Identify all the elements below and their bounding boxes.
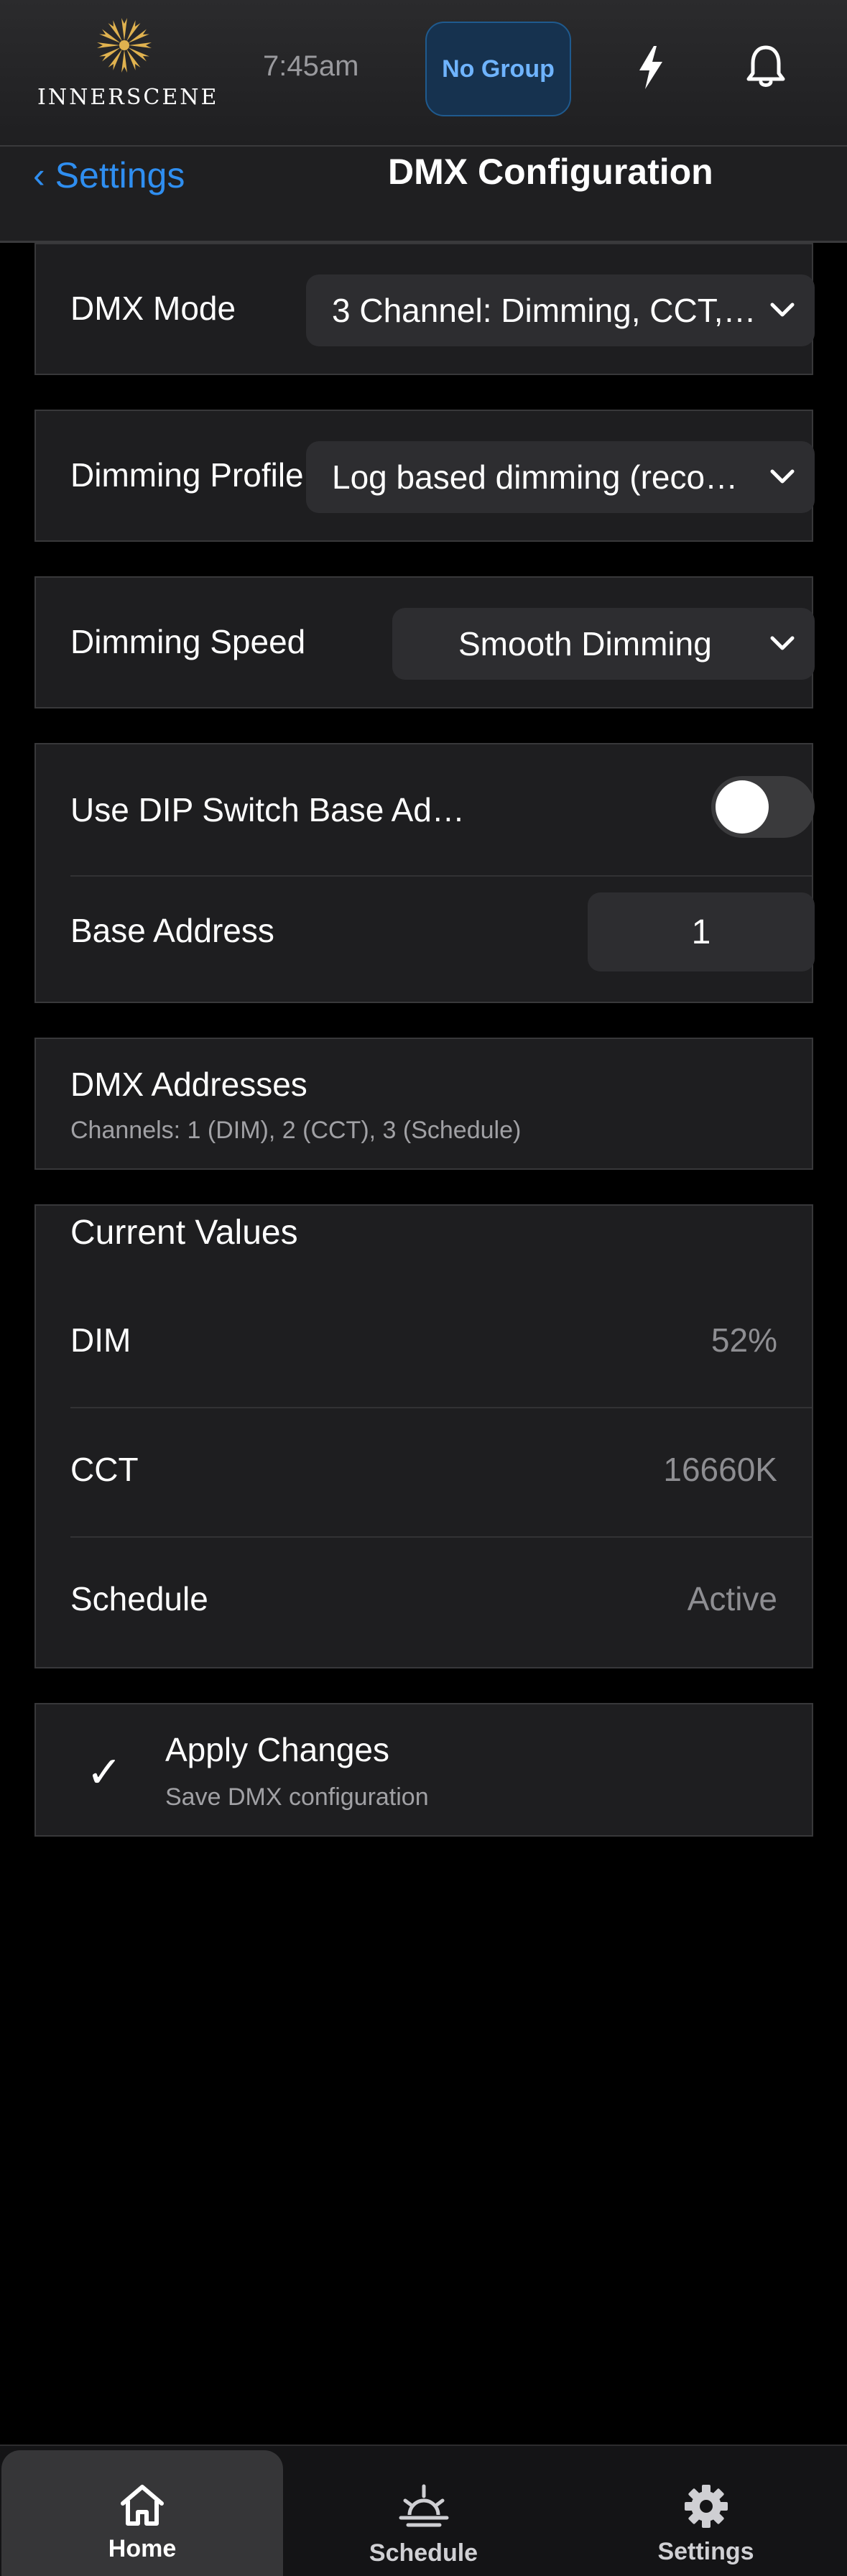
dmx-mode-label: DMX Mode (70, 290, 236, 327)
apply-title: Apply Changes (165, 1731, 389, 1768)
dmx-mode-value: 3 Channel: Dimming, CCT, Schedule (332, 292, 815, 329)
home-icon (121, 2485, 164, 2526)
dmx-addresses-title: DMX Addresses (70, 1066, 307, 1103)
tab-schedule-label: Schedule (369, 2539, 478, 2567)
sunrise-icon (399, 2484, 448, 2527)
chevron-down-icon (770, 303, 795, 317)
bell-icon[interactable] (743, 43, 789, 91)
logo-wordmark: INNERSCENE (37, 85, 219, 110)
tab-schedule[interactable]: Schedule (282, 2446, 565, 2576)
sun-logo-icon (97, 18, 152, 73)
schedule-label: Schedule (70, 1580, 208, 1617)
innerscene-logo: INNERSCENE (37, 16, 219, 116)
group-selector-button[interactable]: No Group (425, 22, 571, 116)
app-screen: INNERSCENE 7:45am No Group ‹ Settings DM… (0, 0, 847, 2576)
tab-home[interactable]: Home (1, 2450, 283, 2576)
bottom-tab-bar: Home Schedule Settings (0, 2445, 847, 2576)
address-card: Use DIP Switch Base Address Base Address… (34, 743, 815, 1003)
row-divider (70, 875, 812, 877)
toggle-knob (716, 780, 769, 834)
dip-switch-label: Use DIP Switch Base Address (70, 791, 473, 828)
apply-subtitle: Save DMX configuration (165, 1783, 429, 1811)
back-button[interactable]: ‹ Settings (33, 154, 185, 197)
row-divider (70, 1407, 812, 1408)
tab-settings-label: Settings (657, 2538, 754, 2565)
schedule-value: Active (687, 1580, 777, 1617)
base-address-label: Base Address (70, 912, 274, 949)
base-address-input[interactable]: 1 (588, 892, 815, 971)
cct-label: CCT (70, 1451, 139, 1488)
checkmark-icon: ✓ (86, 1748, 123, 1796)
dmx-addresses-card: DMX Addresses Channels: 1 (DIM), 2 (CCT)… (34, 1038, 813, 1170)
dim-label: DIM (70, 1321, 131, 1359)
row-divider (70, 1536, 812, 1538)
dimming-speed-value: Smooth Dimming (458, 625, 712, 663)
apply-changes-button[interactable]: ✓ Apply Changes Save DMX configuration (34, 1703, 813, 1837)
dimming-profile-select[interactable]: Log based dimming (recommended) (306, 441, 815, 513)
back-label: Settings (55, 155, 185, 195)
top-header: INNERSCENE 7:45am No Group (0, 0, 847, 147)
dip-switch-toggle[interactable] (711, 776, 815, 838)
current-values-title: Current Values (70, 1214, 298, 1252)
dmx-mode-select[interactable]: 3 Channel: Dimming, CCT, Schedule (306, 274, 815, 346)
gear-icon (684, 2485, 728, 2528)
dimming-speed-label: Dimming Speed (70, 623, 306, 660)
dimming-profile-card: Dimming Profile Log based dimming (recom… (34, 410, 815, 542)
navigation-bar: ‹ Settings DMX Configuration (0, 147, 847, 243)
current-values-card: Current Values DIM 52% CCT 16660K Schedu… (34, 1204, 813, 1668)
tab-home-label: Home (108, 2535, 177, 2562)
dmx-channels-text: Channels: 1 (DIM), 2 (CCT), 3 (Schedule) (70, 1117, 522, 1144)
bolt-icon[interactable] (632, 45, 670, 91)
chevron-down-icon (770, 469, 795, 484)
dimming-profile-label: Dimming Profile (70, 456, 304, 494)
cct-value: 16660K (663, 1451, 777, 1488)
dimming-speed-card: Dimming Speed Smooth Dimming (34, 576, 815, 708)
time-display: 7:45am (263, 50, 359, 82)
dimming-speed-select[interactable]: Smooth Dimming (392, 608, 815, 680)
dim-value: 52% (711, 1321, 777, 1359)
dimming-profile-value: Log based dimming (recommended) (332, 458, 815, 496)
dmx-mode-card: DMX Mode 3 Channel: Dimming, CCT, Schedu… (34, 243, 815, 375)
tab-settings[interactable]: Settings (565, 2446, 847, 2576)
chevron-left-icon: ‹ (33, 155, 45, 195)
chevron-down-icon (770, 636, 795, 650)
page-title: DMX Configuration (388, 152, 713, 192)
